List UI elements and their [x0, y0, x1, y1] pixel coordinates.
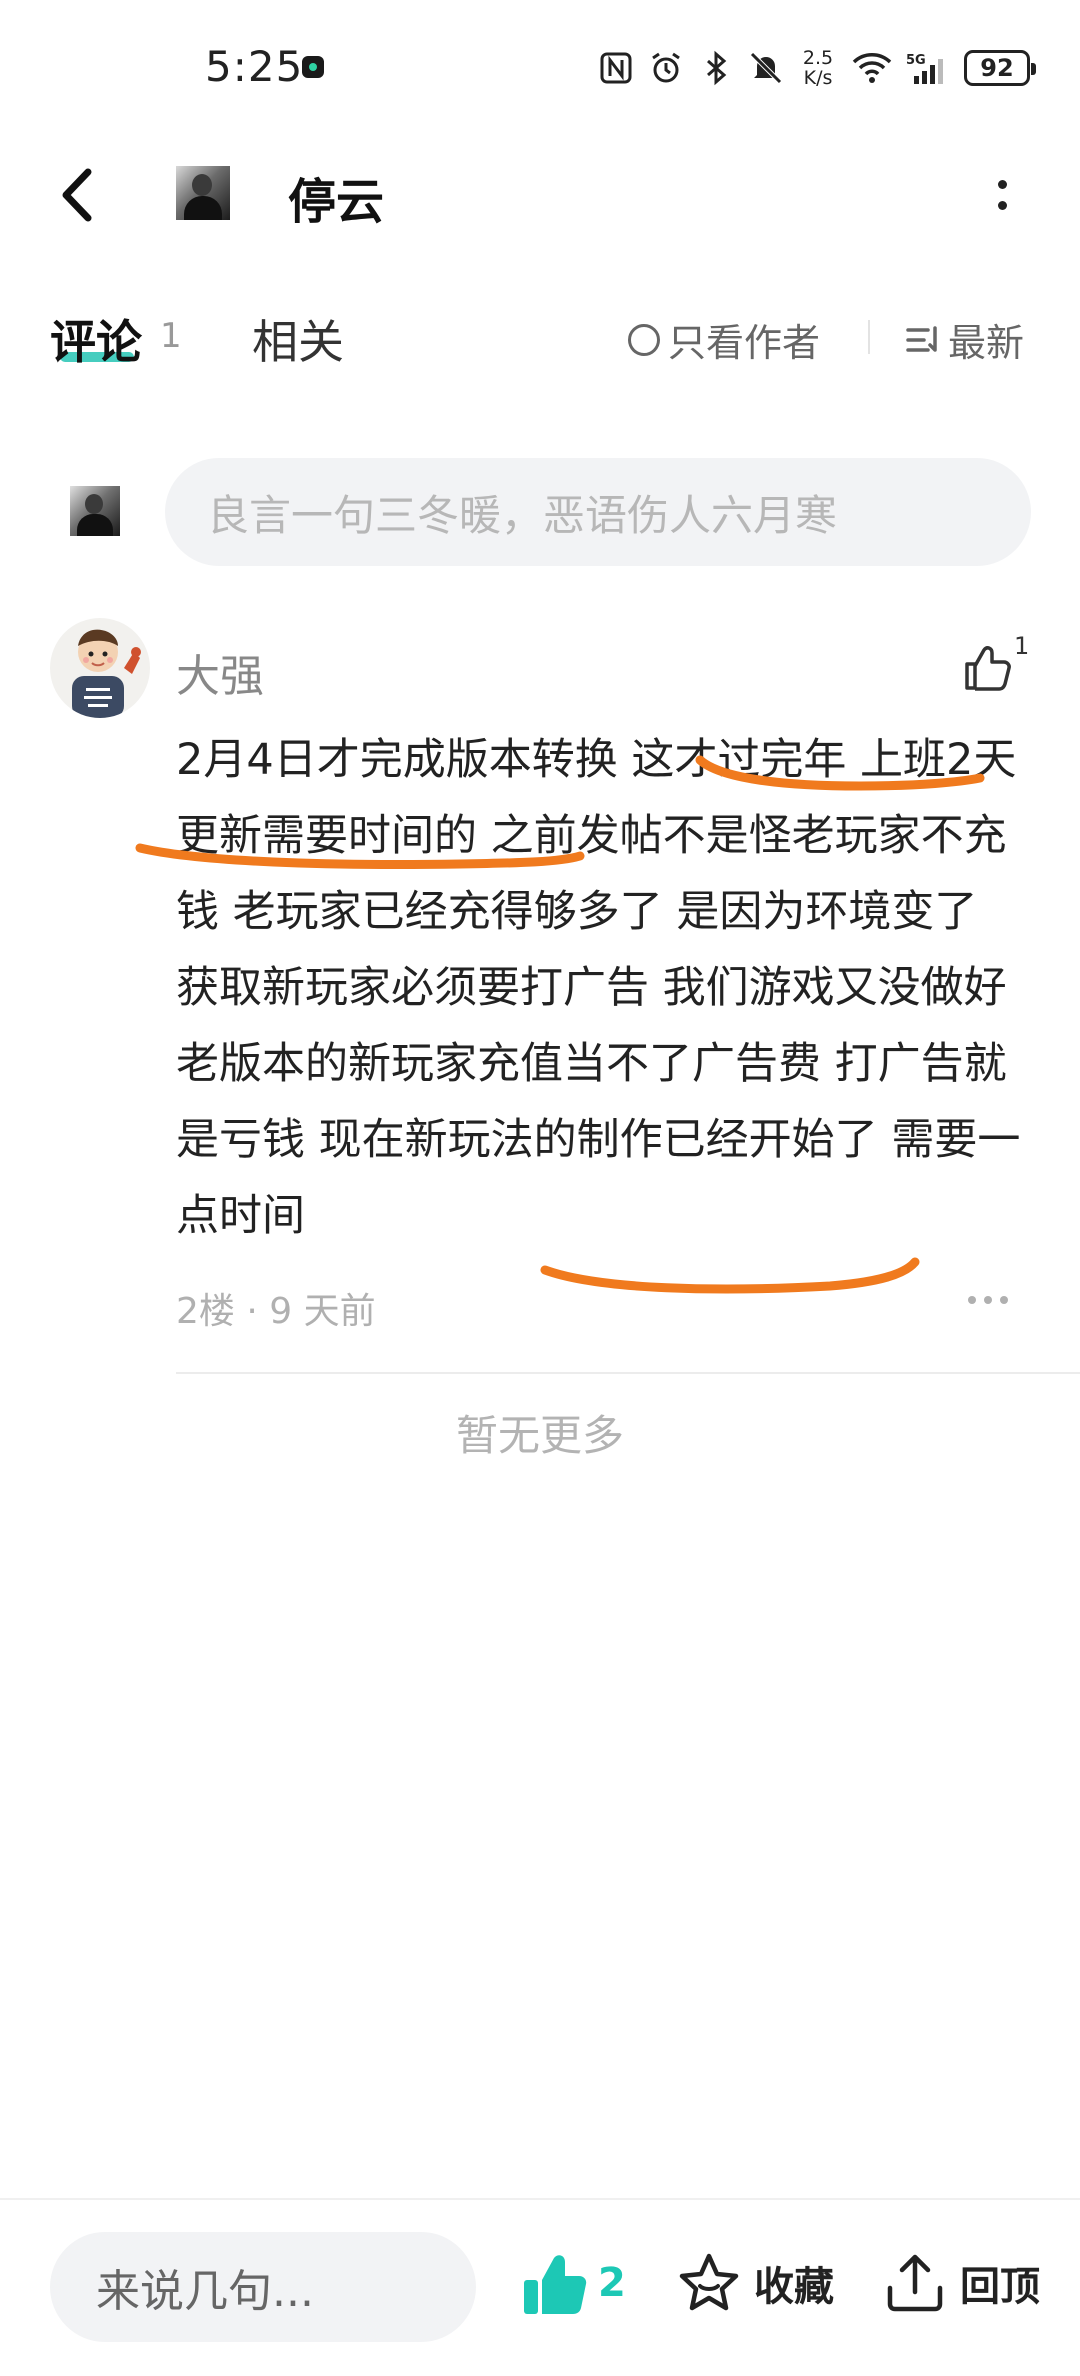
post-like-count: 2 [598, 2260, 626, 2306]
wifi-icon [852, 53, 892, 83]
bluetooth-icon [707, 50, 727, 86]
author-only-label: 只看作者 [668, 321, 821, 365]
more-options-button[interactable] [980, 170, 1024, 220]
sort-label: 最新 [948, 321, 1025, 365]
page-title: 停云 [288, 174, 385, 230]
divider [868, 320, 870, 354]
sort-icon [906, 325, 937, 352]
back-to-top-label: 回顶 [960, 2264, 1040, 2310]
list-end-text: 暂无更多 [455, 1411, 624, 1460]
back-to-top-button[interactable]: 回顶 [882, 2250, 1040, 2316]
status-icons: 2.5 K/s 5G 92 [598, 46, 1036, 90]
tab-comments[interactable]: 评论 [50, 306, 142, 372]
star-icon [679, 2253, 739, 2311]
svg-text:5G: 5G [906, 53, 926, 68]
reply-input[interactable]: 来说几句... [50, 2232, 476, 2342]
comment-more-button[interactable] [968, 1296, 1008, 1304]
back-button[interactable] [50, 160, 110, 230]
favorite-label: 收藏 [754, 2264, 834, 2310]
comments-count: 1 [160, 316, 182, 356]
status-time: 5:25 [205, 42, 304, 91]
comment-body: 2月4日才完成版本转换 这才过完年 上班2天 更新需要时间的 之前发帖不是怪老玩… [176, 735, 1031, 1241]
divider [176, 1372, 1080, 1374]
commenter-avatar[interactable] [50, 618, 150, 718]
cartoon-avatar-icon [72, 629, 141, 718]
nfc-icon [600, 52, 632, 84]
comment-like-count: 1 [1014, 632, 1030, 660]
network-speed: 2.5 K/s [802, 47, 834, 89]
favorite-button[interactable]: 收藏 [676, 2250, 834, 2316]
comment-input[interactable]: 良言一句三冬暖，恶语伤人六月寒 [165, 458, 1031, 566]
upload-arrow-icon [887, 2254, 943, 2312]
current-user-avatar [70, 486, 120, 536]
commenter-username[interactable]: 大强 [176, 640, 264, 704]
annotation-underline [540, 1257, 920, 1294]
comment-meta: 2楼 · 9 天前 [176, 1291, 376, 1332]
battery-indicator: 92 [964, 50, 1036, 86]
mute-icon [750, 52, 782, 84]
author-only-toggle[interactable]: 只看作者 [628, 312, 820, 367]
signal-5g-icon: 5G [906, 53, 943, 84]
radio-circle-icon [628, 323, 660, 356]
tab-related[interactable]: 相关 [252, 306, 344, 372]
alarm-icon [652, 52, 680, 83]
thumbs-up-icon[interactable] [518, 2250, 590, 2322]
app-notification-icon [302, 56, 324, 78]
sort-newest-button[interactable]: 最新 [904, 312, 1024, 367]
like-comment-button[interactable] [958, 640, 1014, 696]
author-avatar[interactable] [176, 166, 230, 220]
